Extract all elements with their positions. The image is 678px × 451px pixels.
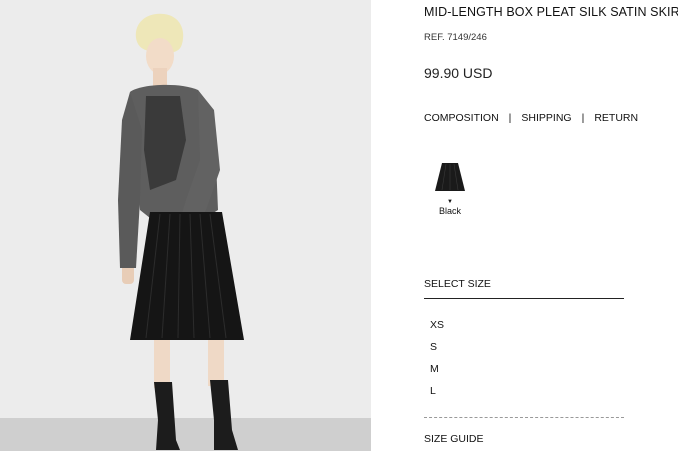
product-photo <box>0 0 371 451</box>
return-link[interactable]: RETURN <box>594 112 638 124</box>
size-option-m[interactable]: M <box>430 362 444 384</box>
product-title: MID-LENGTH BOX PLEAT SILK SATIN SKIRT <box>424 5 678 19</box>
select-size-divider <box>424 298 624 299</box>
selected-caret-icon: ▼ <box>447 199 453 205</box>
size-option-s[interactable]: S <box>430 340 444 362</box>
size-option-xs[interactable]: XS <box>430 318 444 340</box>
size-guide-link[interactable]: SIZE GUIDE <box>424 433 484 445</box>
link-separator: | <box>508 112 512 124</box>
size-option-l[interactable]: L <box>430 384 444 406</box>
select-size-heading: SELECT SIZE <box>424 278 491 290</box>
product-ref: REF. 7149/246 <box>424 32 487 43</box>
skirt-thumbnail-icon <box>435 163 465 191</box>
shipping-link[interactable]: SHIPPING <box>521 112 571 124</box>
color-label: Black <box>438 206 461 216</box>
product-price: 99.90 USD <box>424 65 493 81</box>
size-list: XS S M L <box>430 318 444 406</box>
info-links: COMPOSITION | SHIPPING | RETURN <box>424 112 638 124</box>
color-swatch-black[interactable]: ▼ Black <box>434 161 466 216</box>
link-separator: | <box>581 112 585 124</box>
size-guide-divider <box>424 417 624 418</box>
composition-link[interactable]: COMPOSITION <box>424 112 499 124</box>
model-illustration <box>118 13 244 450</box>
